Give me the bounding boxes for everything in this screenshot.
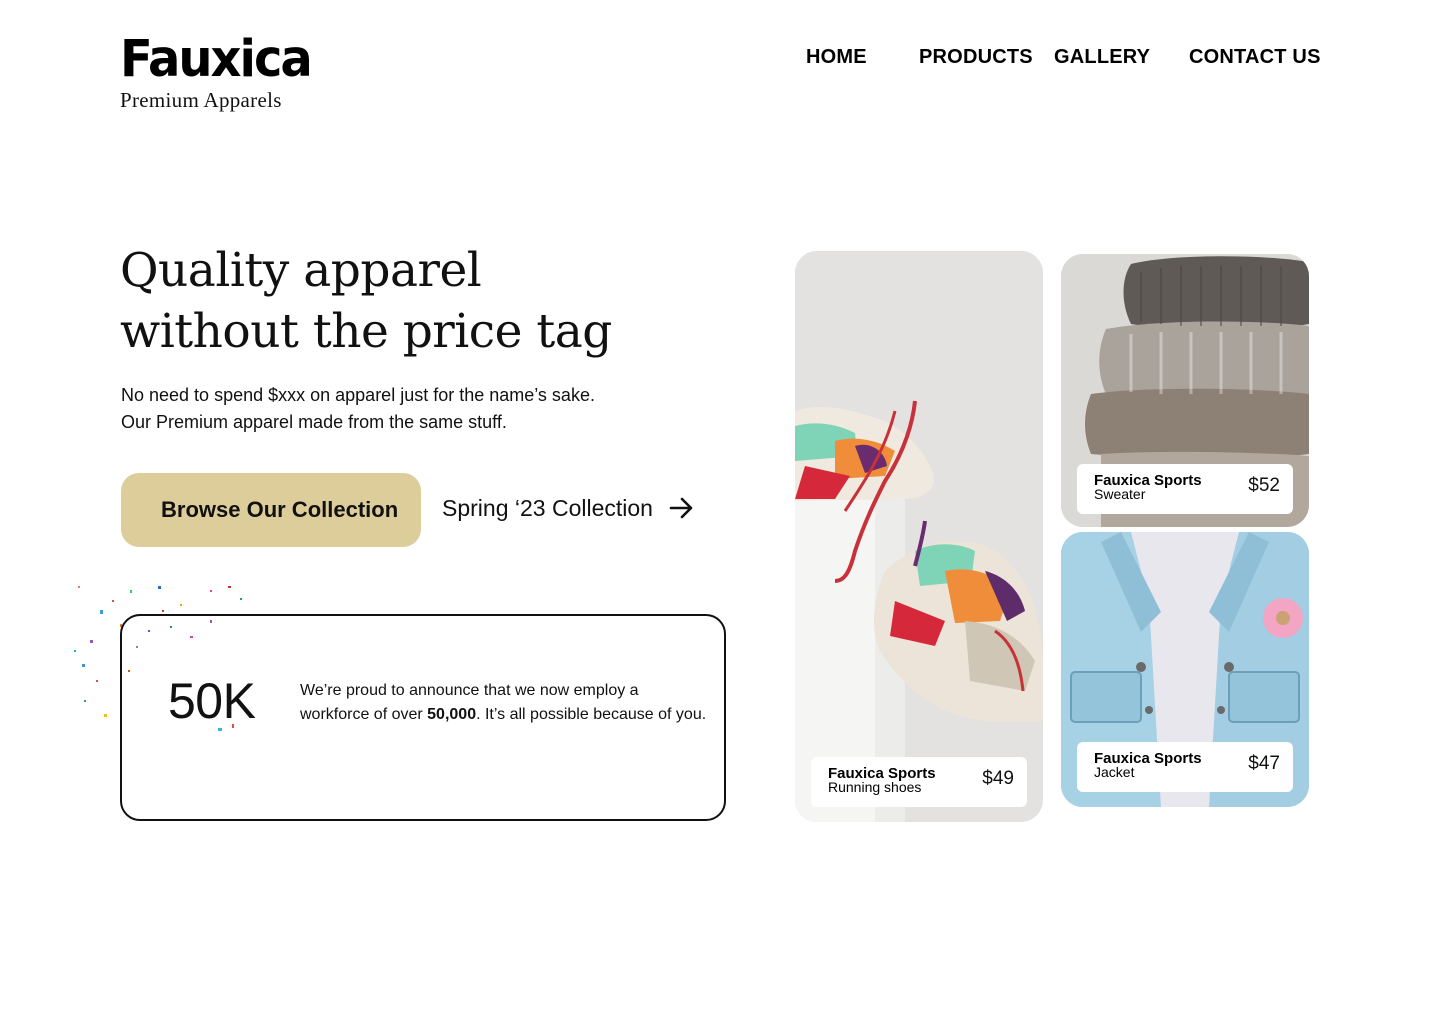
nav-products[interactable]: PRODUCTS: [919, 46, 1033, 69]
product-card-jacket[interactable]: Fauxica Sports Jacket $47: [1061, 532, 1309, 807]
product-price: $47: [1248, 753, 1280, 774]
stat-number: 50K: [168, 673, 256, 729]
hero-headline-line-2: without the price tag: [120, 304, 612, 359]
price-tag: Fauxica Sports Running shoes $49: [811, 757, 1027, 807]
product-price: $49: [982, 768, 1014, 789]
spring-collection-link[interactable]: Spring ‘23 Collection: [442, 490, 695, 526]
hero-headline-line-1: Quality apparel: [120, 243, 482, 298]
hero-subtext: No need to spend $xxx on apparel just fo…: [121, 382, 721, 436]
logo[interactable]: Fauxica: [120, 32, 313, 87]
stat-description: We’re proud to announce that we now empl…: [300, 679, 710, 727]
price-tag: Fauxica Sports Jacket $47: [1077, 742, 1293, 792]
hero-headline: Quality apparel without the price tag: [120, 240, 760, 362]
nav-gallery[interactable]: GALLERY: [1054, 46, 1150, 69]
stat-text-part-2: . It’s all possible because of you.: [476, 706, 707, 723]
nav-home[interactable]: HOME: [806, 46, 867, 69]
arrow-right-icon: [669, 495, 695, 521]
nav-contact-us[interactable]: CONTACT US: [1189, 46, 1321, 69]
price-tag: Fauxica Sports Sweater $52: [1077, 464, 1293, 514]
product-card-sweater[interactable]: Fauxica Sports Sweater $52: [1061, 254, 1309, 527]
spring-collection-label: Spring ‘23 Collection: [442, 494, 653, 521]
tagline: Premium Apparels: [120, 88, 282, 112]
stat-text-bold: 50,000: [427, 706, 477, 723]
hero-subtext-line-1: No need to spend $xxx on apparel just fo…: [121, 385, 595, 405]
browse-collection-button[interactable]: Browse Our Collection: [121, 473, 421, 547]
product-price: $52: [1248, 475, 1280, 496]
hero-subtext-line-2: Our Premium apparel made from the same s…: [121, 412, 507, 432]
product-card-running-shoes[interactable]: Fauxica Sports Running shoes $49: [795, 251, 1043, 822]
brand[interactable]: Fauxica Premium Apparels: [120, 32, 313, 113]
running-shoes-image: [795, 251, 1043, 822]
